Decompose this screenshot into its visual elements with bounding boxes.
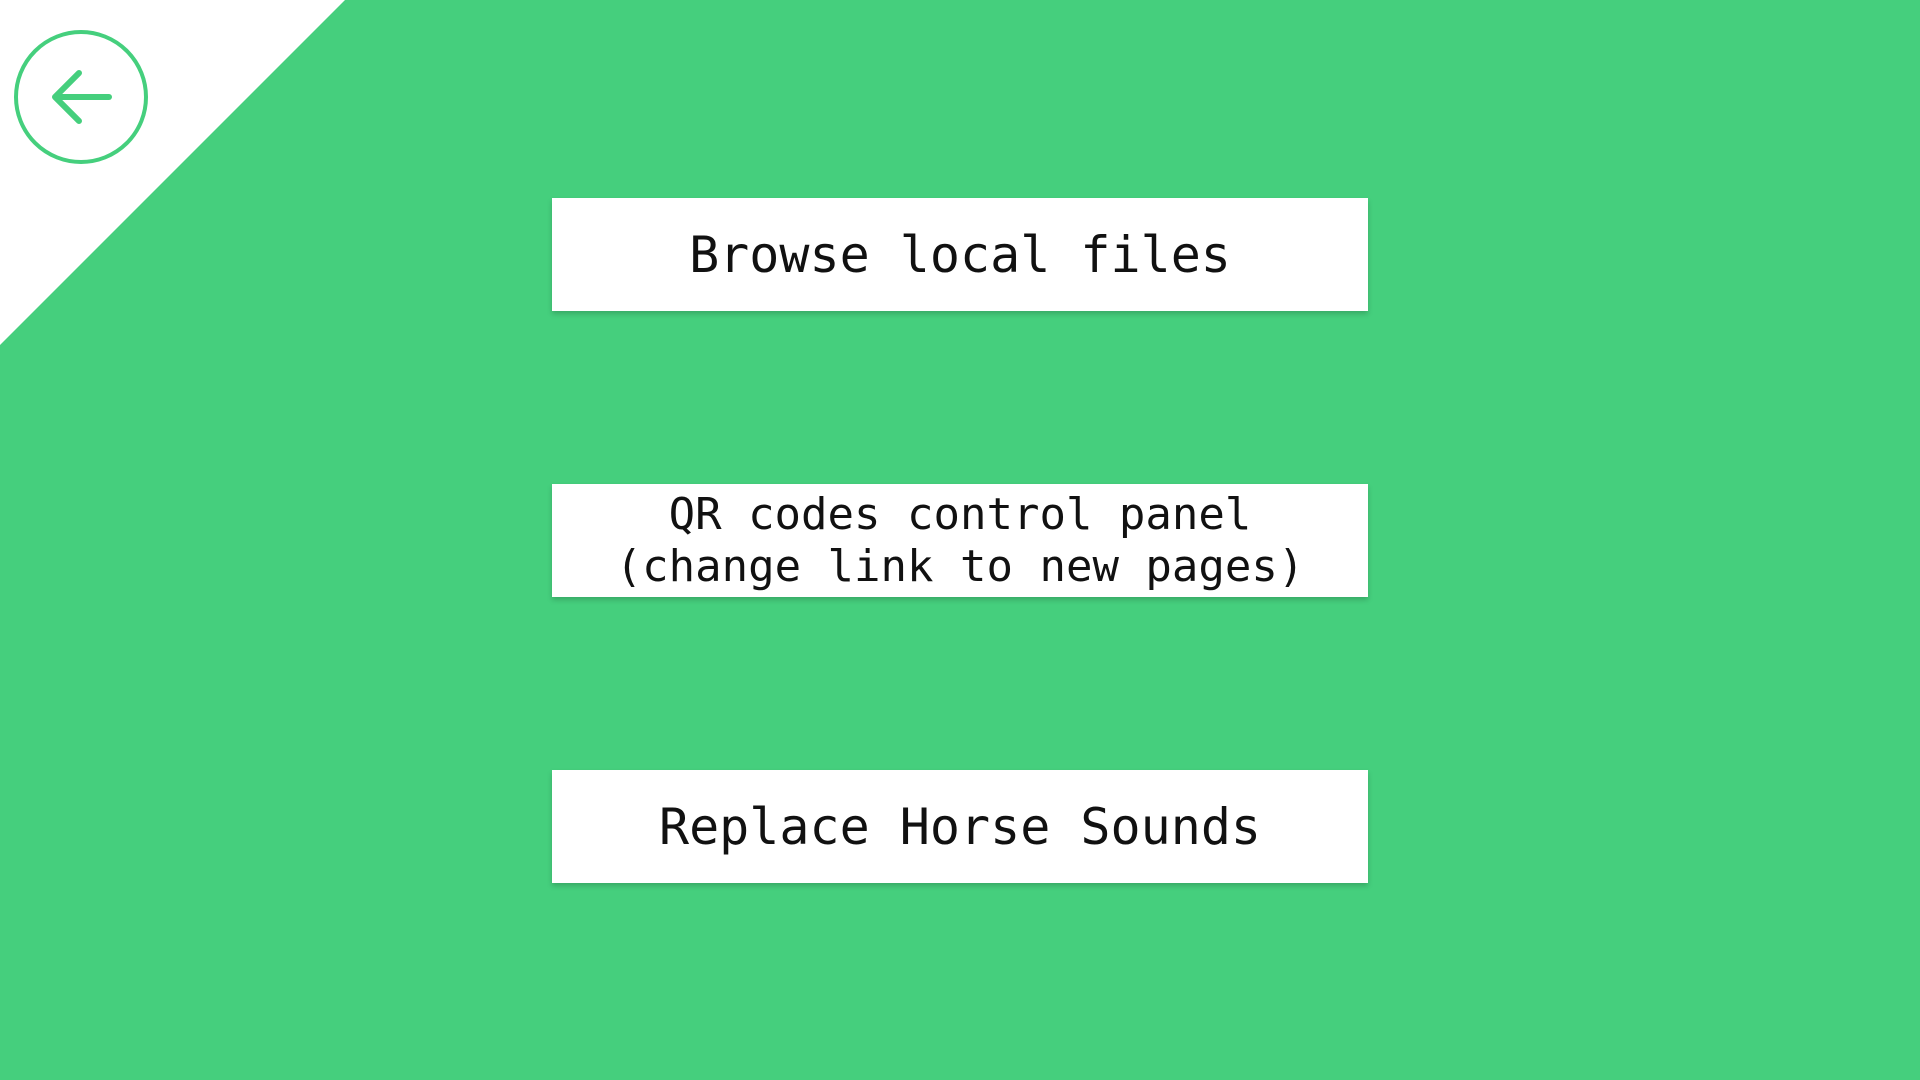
qr-codes-control-panel-label: QR codes control panel (change link to n…	[615, 488, 1305, 592]
replace-horse-sounds-label: Replace Horse Sounds	[658, 797, 1262, 856]
replace-horse-sounds-button[interactable]: Replace Horse Sounds	[552, 770, 1368, 883]
back-button[interactable]	[14, 30, 148, 164]
browse-local-files-label: Browse local files	[689, 225, 1231, 284]
browse-local-files-button[interactable]: Browse local files	[552, 198, 1368, 311]
arrow-left-icon	[52, 70, 112, 124]
qr-codes-control-panel-button[interactable]: QR codes control panel (change link to n…	[552, 484, 1368, 597]
